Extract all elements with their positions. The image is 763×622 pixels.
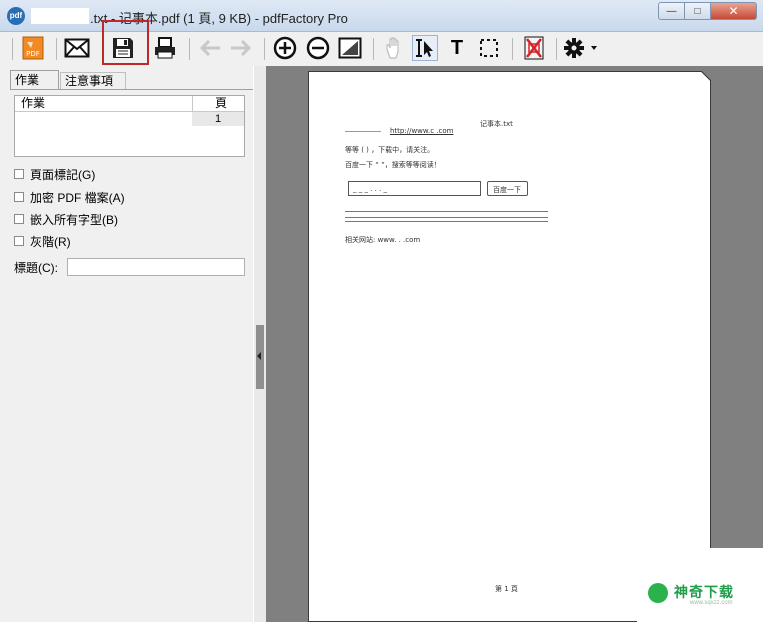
marquee-select-icon[interactable] [476, 35, 502, 61]
doc-search-button: 百度一下 [487, 181, 528, 196]
pages-column-header[interactable]: 頁 [215, 96, 227, 111]
table-row-pages[interactable]: 1 [192, 112, 244, 126]
zoom-out-icon[interactable] [305, 35, 331, 61]
email-icon[interactable] [64, 35, 90, 61]
title-input[interactable] [67, 258, 245, 276]
pdf-logo-icon[interactable]: PDF [20, 35, 46, 61]
tab-notes[interactable]: 注意事項 [60, 72, 126, 90]
checkbox[interactable] [14, 169, 24, 179]
text-tool-icon[interactable]: T [444, 35, 470, 61]
back-arrow-icon[interactable] [197, 35, 223, 61]
checkbox[interactable] [14, 214, 24, 224]
doc-footer-line: 相关网站: www. . .com [345, 236, 421, 244]
print-icon[interactable] [152, 35, 178, 61]
redacted-filename [31, 8, 89, 24]
encrypt-pdf-checkbox[interactable]: 加密 PDF 檔案(A) [14, 189, 125, 205]
grayscale-checkbox[interactable]: 灰階(R) [14, 233, 71, 249]
minimize-button[interactable]: — [658, 2, 685, 20]
watermark-logo-icon [648, 583, 668, 603]
watermark-url: www.sqxzz.com [690, 600, 733, 606]
job-table[interactable]: 作業 頁 1 [14, 95, 245, 157]
app-icon: pdf [7, 7, 25, 25]
maximize-button[interactable]: □ [685, 2, 711, 20]
doc-search-box: _ _ _ . . . _ [348, 181, 481, 196]
forward-arrow-icon[interactable] [228, 35, 254, 61]
close-button[interactable]: ✕ [711, 2, 757, 20]
doc-link[interactable]: http://www.c .com [390, 127, 453, 135]
settings-gear-icon[interactable] [563, 35, 603, 61]
page-number: 第 1 頁 [495, 585, 518, 593]
delete-page-icon[interactable] [521, 35, 547, 61]
page-marks-checkbox[interactable]: 頁面標記(G) [14, 166, 95, 182]
doc-line-3: 百度一下 “ ”，搜索等等阅读！ [345, 161, 441, 169]
job-column-header[interactable]: 作業 [21, 96, 45, 111]
title-label: 標題(C): [14, 261, 58, 275]
doc-line-2: 等等 ( ) ，下载中，请关注。 [345, 146, 435, 154]
watermark-text: 神奇下载 [674, 584, 734, 600]
text-select-icon[interactable] [412, 35, 438, 61]
save-highlight-box [102, 20, 149, 65]
hand-icon[interactable] [381, 35, 407, 61]
doc-header: 记事本.txt [480, 120, 513, 128]
tab-jobs[interactable]: 作業 [10, 70, 59, 90]
embed-fonts-checkbox[interactable]: 嵌入所有字型(B) [14, 211, 118, 227]
checkbox[interactable] [14, 236, 24, 246]
zoom-in-icon[interactable] [272, 35, 298, 61]
page-fold-icon [701, 71, 711, 81]
checkbox[interactable] [14, 192, 24, 202]
fit-page-icon[interactable] [337, 35, 363, 61]
svg-text:PDF: PDF [26, 50, 40, 58]
collapse-arrow-icon [257, 352, 261, 360]
job-table-header: 作業 頁 [15, 96, 244, 112]
